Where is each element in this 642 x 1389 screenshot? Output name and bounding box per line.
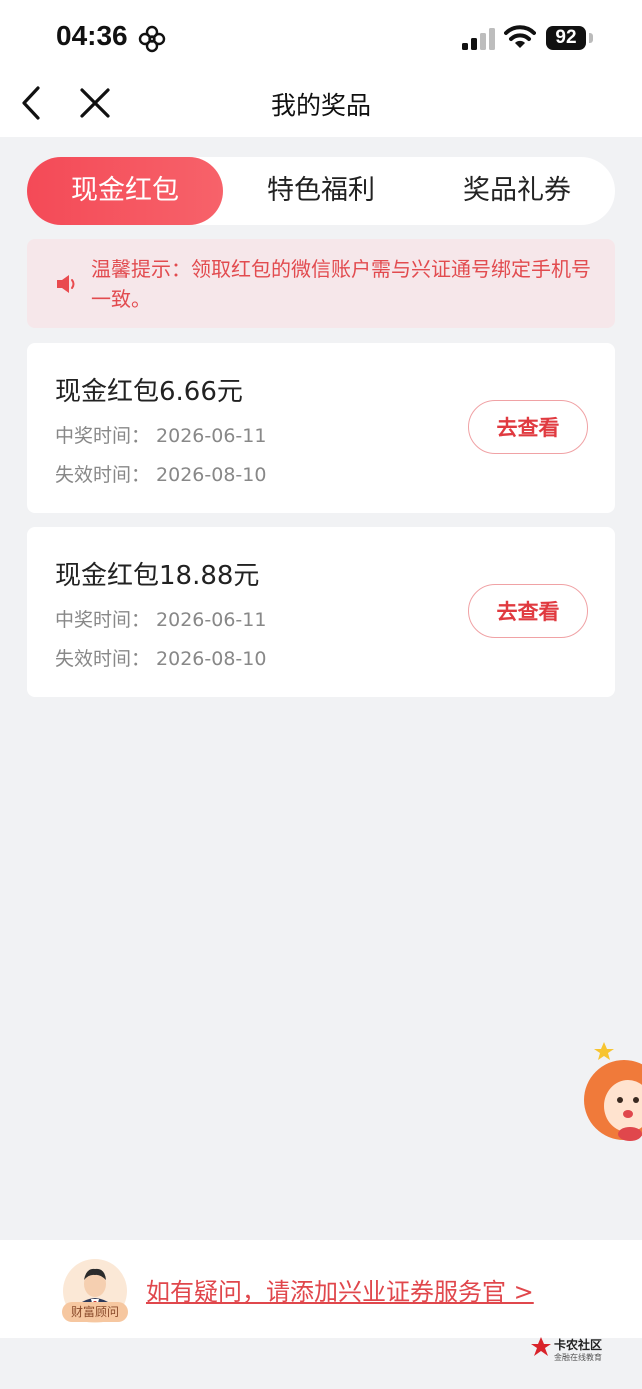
watermark-logo-icon bbox=[531, 1337, 551, 1356]
prize-title: 现金红包6.66元 bbox=[55, 377, 243, 407]
win-time-value: 2026-06-11 bbox=[156, 609, 267, 631]
battery-cap bbox=[589, 33, 593, 43]
view-prize-button[interactable]: 去查看 bbox=[468, 400, 588, 454]
win-time-label: 中奖时间： bbox=[55, 609, 151, 631]
close-icon[interactable] bbox=[78, 86, 112, 120]
win-time-label: 中奖时间： bbox=[55, 425, 151, 447]
mascot-float-icon[interactable] bbox=[584, 1042, 642, 1144]
prize-card: 现金红包6.66元 中奖时间： 2026-06-11 失效时间： 2026-08-1… bbox=[27, 343, 615, 513]
win-time-value: 2026-06-11 bbox=[156, 425, 267, 447]
expire-time-label: 失效时间： bbox=[55, 648, 151, 670]
advisor-badge: 财富顾问 bbox=[62, 1302, 128, 1322]
tab-cash-red-packet[interactable]: 现金红包 bbox=[27, 157, 223, 225]
prize-title: 现金红包18.88元 bbox=[55, 561, 260, 591]
flower-icon bbox=[138, 25, 166, 53]
watermark: 卡农社区 金融在线教育 bbox=[530, 1336, 610, 1366]
add-service-officer-link[interactable]: 如有疑问，请添加兴业证券服务官 > bbox=[146, 1272, 534, 1307]
wifi-icon bbox=[504, 25, 536, 48]
nav-bar: 我的奖品 bbox=[0, 70, 642, 137]
back-icon[interactable] bbox=[16, 84, 50, 122]
expire-time-row: 失效时间： 2026-08-10 bbox=[55, 644, 266, 671]
watermark-title: 卡农社区 bbox=[554, 1338, 603, 1352]
notice-text: 温馨提示：领取红包的微信账户需与兴证通号绑定手机号一致。 bbox=[91, 257, 591, 311]
notice-banner: 温馨提示：领取红包的微信账户需与兴证通号绑定手机号一致。 bbox=[27, 239, 615, 328]
status-time: 04:36 bbox=[56, 20, 128, 51]
prize-tabs: 现金红包 特色福利 奖品礼券 bbox=[27, 157, 615, 225]
prize-card: 现金红包18.88元 中奖时间： 2026-06-11 失效时间： 2026-08-… bbox=[27, 527, 615, 697]
expire-time-label: 失效时间： bbox=[55, 464, 151, 486]
win-time-row: 中奖时间： 2026-06-11 bbox=[55, 421, 266, 448]
watermark-subtitle: 金融在线教育 bbox=[554, 1353, 602, 1362]
expire-time-row: 失效时间： 2026-08-10 bbox=[55, 460, 266, 487]
speaker-icon bbox=[57, 275, 75, 293]
win-time-row: 中奖时间： 2026-06-11 bbox=[55, 605, 266, 632]
signal-icon bbox=[462, 28, 495, 50]
tab-special-benefits[interactable]: 特色福利 bbox=[223, 157, 419, 225]
tab-prize-coupons[interactable]: 奖品礼券 bbox=[419, 157, 615, 225]
battery-indicator: 92 bbox=[546, 26, 586, 50]
status-bar: 04:36 92 bbox=[0, 0, 642, 70]
view-prize-button[interactable]: 去查看 bbox=[468, 584, 588, 638]
expire-time-value: 2026-08-10 bbox=[156, 648, 267, 670]
expire-time-value: 2026-08-10 bbox=[156, 464, 267, 486]
footer-bar: 财富顾问 如有疑问，请添加兴业证券服务官 > bbox=[0, 1240, 642, 1338]
